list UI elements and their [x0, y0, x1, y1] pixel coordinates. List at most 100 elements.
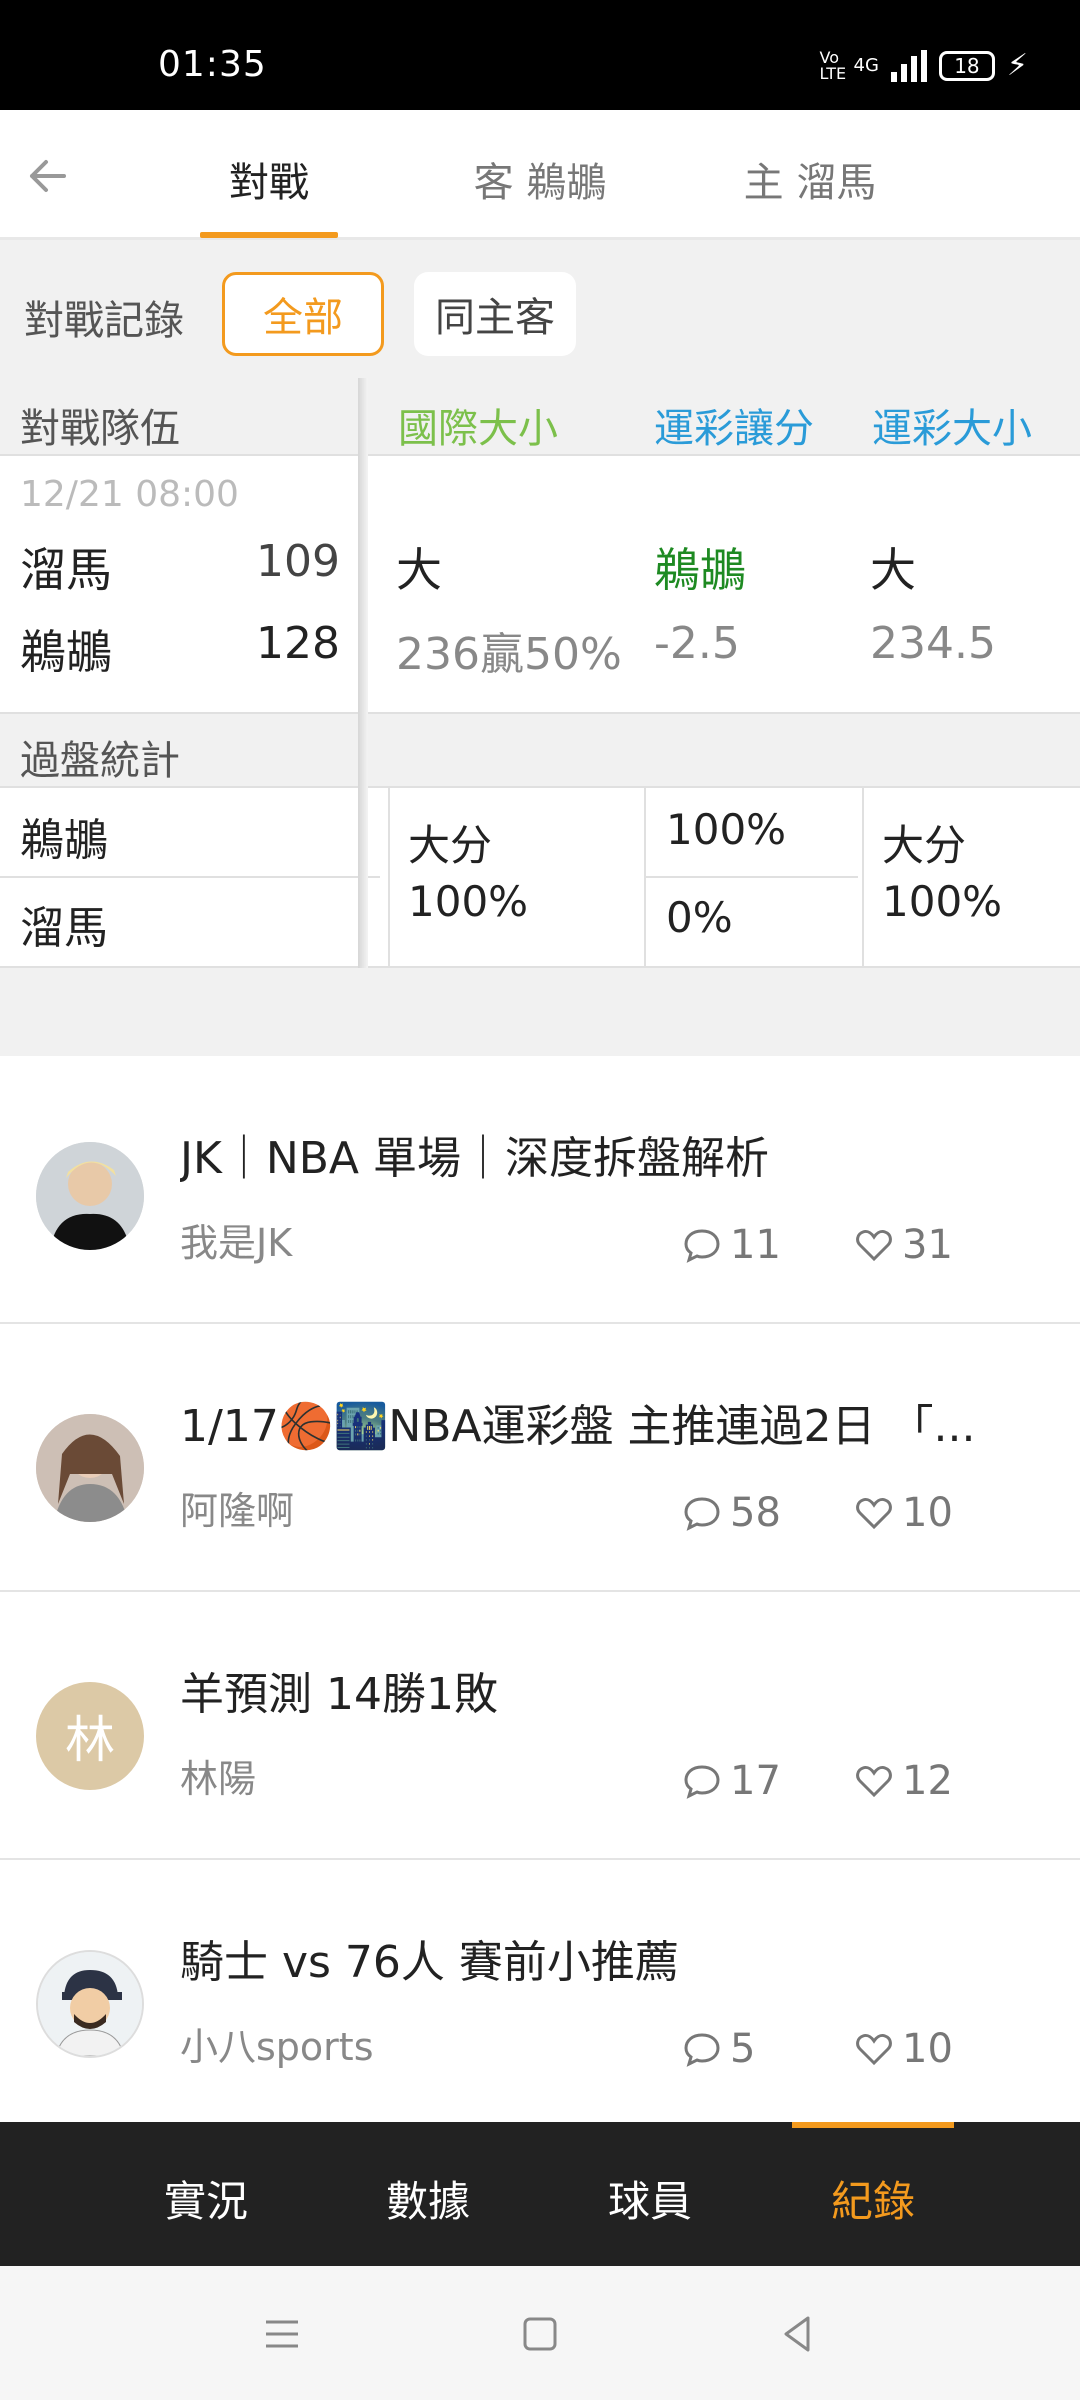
- article-title: 騎士 vs 76人 賽前小推薦: [180, 1937, 679, 1988]
- record-filter: 對戰記錄 全部 同主客: [0, 240, 1080, 378]
- comment-icon: [684, 1497, 720, 1531]
- article-title: 羊預測 14勝1敗: [180, 1669, 498, 1720]
- comment-icon: [684, 1229, 720, 1263]
- stats-intl-ou-value: 100%: [408, 877, 529, 926]
- charging-icon: ⚡: [1006, 48, 1028, 83]
- article-author: 我是JK: [180, 1221, 293, 1265]
- ou-line: 234.5: [870, 618, 996, 669]
- article-title: JK｜NBA 單場｜深度拆盤解析: [180, 1133, 770, 1184]
- back-icon[interactable]: [774, 2310, 822, 2358]
- divider: [0, 876, 380, 878]
- stats-label: 過盤統計: [20, 738, 180, 784]
- nav-live[interactable]: 實況: [126, 2168, 286, 2229]
- avatar: 林: [36, 1682, 144, 1790]
- like-count[interactable]: 12: [854, 1758, 953, 1804]
- divider: [644, 788, 646, 968]
- like-count[interactable]: 31: [854, 1222, 953, 1268]
- intl-ou-line: 236贏50%: [396, 629, 622, 680]
- away-team-name: 溜馬: [20, 543, 112, 597]
- filter-label: 對戰記錄: [24, 298, 184, 344]
- battery-icon: 18: [938, 50, 995, 81]
- comment-count-value: 11: [730, 1222, 781, 1268]
- filter-same-home-away-button[interactable]: 同主客: [414, 272, 576, 356]
- article-author: 小八sports: [180, 2025, 374, 2069]
- home-icon[interactable]: [516, 2310, 564, 2358]
- article-title: 1/17🏀🌃NBA運彩盤 主推連過2日 「...: [180, 1401, 976, 1452]
- signal-icon: [890, 49, 927, 82]
- filter-all-button[interactable]: 全部: [222, 272, 384, 356]
- bottom-nav: 實況 數據 球員 紀錄: [0, 2122, 1080, 2266]
- back-arrow-icon[interactable]: [20, 148, 76, 204]
- battery-level: 18: [954, 53, 980, 78]
- comment-count[interactable]: 11: [682, 1222, 781, 1268]
- comment-count-value: 17: [730, 1758, 781, 1804]
- header-spread: 運彩讓分: [654, 406, 814, 452]
- header-team: 對戰隊伍: [20, 406, 180, 452]
- like-count[interactable]: 10: [854, 1490, 953, 1536]
- bottom-nav-active-indicator: [792, 2122, 954, 2128]
- ou-result: 大: [870, 543, 916, 597]
- avatar: [36, 1950, 144, 2058]
- system-nav-bar: [0, 2266, 1080, 2400]
- comment-count[interactable]: 17: [682, 1758, 781, 1804]
- article-item[interactable]: 騎士 vs 76人 賽前小推薦 小八sports 5 10: [0, 1860, 1080, 2128]
- stats-ou-value: 100%: [882, 877, 1003, 926]
- active-tab-indicator: [200, 232, 338, 238]
- stats-spread-home: 100%: [666, 805, 787, 854]
- comment-count[interactable]: 5: [682, 2026, 755, 2072]
- like-count-value: 31: [902, 1222, 953, 1268]
- article-author: 林陽: [180, 1757, 257, 1801]
- section-gap: [0, 968, 1080, 1056]
- heart-icon: [856, 1766, 892, 1798]
- comment-icon: [684, 2033, 720, 2067]
- heart-icon: [856, 1498, 892, 1530]
- stats-spread-away: 0%: [666, 893, 733, 942]
- menu-icon[interactable]: [258, 2310, 306, 2358]
- tab-matchup[interactable]: 對戰: [200, 150, 338, 208]
- match-row[interactable]: 12/21 08:00 溜馬 109 鵜鶘 128 大 236贏50% 鵜鶘 -…: [0, 456, 1080, 714]
- avatar: [36, 1414, 144, 1522]
- spread-line: -2.5: [654, 618, 740, 669]
- status-icons: Vo LTE 4G 18 ⚡: [820, 48, 1028, 83]
- frozen-column-shadow: [358, 378, 368, 968]
- heart-icon: [856, 1230, 892, 1262]
- divider: [646, 876, 858, 878]
- article-author: 阿隆啊: [180, 1489, 295, 1533]
- comment-count[interactable]: 58: [682, 1490, 781, 1536]
- network-type: 4G: [853, 55, 879, 76]
- stats-team-away: 溜馬: [20, 903, 108, 954]
- header-intl-over-under: 國際大小: [398, 406, 558, 452]
- like-count-value: 10: [902, 1490, 953, 1536]
- stats-intl-ou-label: 大分: [408, 821, 493, 870]
- status-time: 01:35: [158, 44, 267, 85]
- nav-stats[interactable]: 數據: [348, 2168, 508, 2229]
- home-team-score: 128: [256, 618, 340, 669]
- nav-players[interactable]: 球員: [570, 2168, 730, 2229]
- intl-ou-result: 大: [396, 543, 442, 597]
- avatar: [36, 1142, 144, 1250]
- nav-records[interactable]: 紀錄: [793, 2168, 953, 2229]
- top-tab-bar: 對戰 客 鵜鶘 主 溜馬: [0, 110, 1080, 240]
- volte-indicator: Vo LTE: [819, 47, 847, 83]
- divider: [862, 788, 864, 968]
- stats-table: 鵜鶘 溜馬 大分 100% 100% 0% 大分 100%: [0, 788, 1080, 968]
- like-count-value: 12: [902, 1758, 953, 1804]
- divider: [388, 788, 390, 968]
- spread-result: 鵜鶘: [654, 543, 746, 597]
- stats-header: 過盤統計: [0, 714, 1080, 788]
- article-item[interactable]: JK｜NBA 單場｜深度拆盤解析 我是JK 11 31: [0, 1056, 1080, 1324]
- tab-away-team[interactable]: 客 鵜鶘: [440, 150, 640, 208]
- header-over-under: 運彩大小: [872, 406, 1032, 452]
- stats-ou-label: 大分: [882, 821, 967, 870]
- away-team-score: 109: [256, 536, 340, 587]
- match-date: 12/21 08:00: [20, 474, 239, 515]
- like-count-value: 10: [902, 2026, 953, 2072]
- comment-icon: [684, 1765, 720, 1799]
- home-team-name: 鵜鶘: [20, 625, 112, 679]
- tab-home-team[interactable]: 主 溜馬: [710, 150, 910, 208]
- stats-team-home: 鵜鶘: [20, 815, 108, 866]
- like-count[interactable]: 10: [854, 2026, 953, 2072]
- comment-count-value: 58: [730, 1490, 781, 1536]
- article-item[interactable]: 1/17🏀🌃NBA運彩盤 主推連過2日 「... 阿隆啊 58 10: [0, 1324, 1080, 1592]
- article-item[interactable]: 林 羊預測 14勝1敗 林陽 17 12: [0, 1592, 1080, 1860]
